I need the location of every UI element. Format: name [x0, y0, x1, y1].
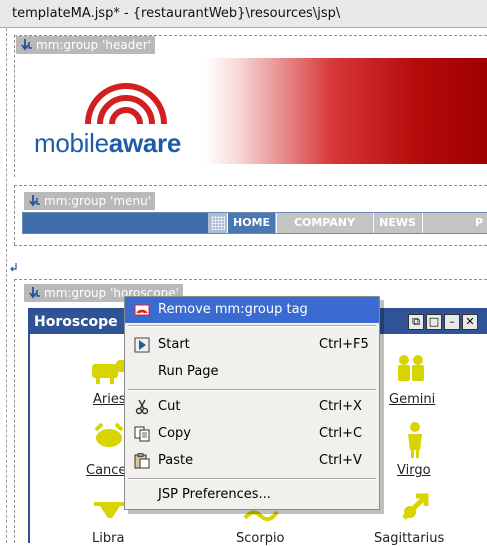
- menu-item-label: Remove mm:group tag: [158, 302, 308, 317]
- sign-link-scorpio[interactable]: Scorpio: [236, 531, 285, 546]
- sign-link-aries[interactable]: Aries: [93, 392, 126, 407]
- cancer-icon: [94, 422, 124, 447]
- left-margin-guide: [6, 28, 7, 543]
- down-arrow-icon: [21, 39, 32, 51]
- menu-item-label: Copy: [158, 426, 191, 441]
- menu-item-shortcut: Ctrl+C: [319, 426, 363, 441]
- logo-text-mobile: mobile: [34, 128, 109, 158]
- sign-link-virgo[interactable]: Virgo: [397, 463, 431, 478]
- menu-item-cut[interactable]: Cut Ctrl+X: [125, 394, 379, 420]
- scissors-icon: [135, 399, 149, 415]
- horoscope-group-border-left: [14, 279, 15, 543]
- menu-item-shortcut: Ctrl+X: [319, 399, 362, 414]
- menu-item-copy[interactable]: Copy Ctrl+C: [125, 421, 379, 447]
- down-arrow-icon: [29, 195, 40, 207]
- header-group-border-left: [14, 35, 15, 177]
- menu-item-shortcut: Ctrl+V: [319, 453, 362, 468]
- virgo-icon: [408, 422, 422, 458]
- paste-icon: [134, 453, 150, 469]
- play-icon: [134, 337, 150, 353]
- mobileaware-logo-icon: [85, 83, 167, 125]
- menu-item-label: Cut: [158, 399, 181, 414]
- menu-group-tag[interactable]: mm:group 'menu': [24, 192, 155, 210]
- menu-separator: [128, 389, 376, 391]
- nav-item-company[interactable]: COMPANY: [276, 213, 372, 233]
- header-group-tag[interactable]: mm:group 'header': [16, 36, 155, 54]
- sagittarius-icon: [402, 493, 429, 520]
- menu-item-label: Run Page: [158, 364, 219, 379]
- menu-separator: [128, 325, 376, 327]
- sign-link-sagittarius[interactable]: Sagittarius: [374, 531, 444, 546]
- menu-group-border-top: [14, 185, 487, 186]
- sign-link-cancer[interactable]: Cance: [86, 463, 126, 478]
- sign-link-gemini[interactable]: Gemini: [389, 392, 435, 407]
- nav-menu-spacer: [23, 213, 208, 233]
- menu-group-border-bottom: [14, 245, 487, 246]
- menu-group-border-left: [14, 185, 15, 245]
- portlet-minimize-button[interactable]: –: [444, 314, 460, 330]
- header-group-label: mm:group 'header': [36, 38, 151, 52]
- menu-item-label: JSP Preferences...: [158, 487, 271, 502]
- remove-tag-icon: [134, 304, 150, 316]
- down-arrow-icon: [29, 287, 40, 299]
- portlet-restore-button[interactable]: ⧉: [408, 314, 424, 330]
- nav-item-more[interactable]: P: [422, 213, 487, 233]
- menu-item-label: Paste: [158, 453, 194, 468]
- logo-text-aware: aware: [108, 128, 182, 158]
- portlet-close-button[interactable]: ✕: [462, 314, 478, 330]
- horoscope-group-border-top: [14, 279, 487, 280]
- menu-item-paste[interactable]: Paste Ctrl+V: [125, 448, 379, 474]
- copy-icon: [134, 426, 150, 442]
- menu-item-label: Start: [158, 337, 190, 352]
- nav-dots-icon: [211, 216, 225, 230]
- nav-item-news[interactable]: NEWS: [373, 213, 421, 233]
- line-break-icon: [10, 263, 17, 272]
- header-banner: [205, 58, 487, 164]
- menu-item-run-page[interactable]: Run Page: [125, 359, 379, 385]
- sign-link-libra[interactable]: Libra: [92, 531, 124, 546]
- window-title: templateMA.jsp* - {restaurantWeb}\resour…: [0, 0, 487, 28]
- menu-item-shortcut: Ctrl+F5: [319, 337, 369, 352]
- menu-item-remove-group-tag[interactable]: Remove mm:group tag: [125, 297, 379, 323]
- gemini-icon: [398, 355, 424, 381]
- menu-item-start[interactable]: Start Ctrl+F5: [125, 332, 379, 358]
- nav-item-home[interactable]: HOME: [227, 213, 275, 233]
- menu-group-label: mm:group 'menu': [44, 194, 151, 208]
- menu-item-jsp-preferences[interactable]: JSP Preferences...: [125, 482, 379, 508]
- menu-separator: [128, 478, 376, 480]
- logo-wordmark: mobileaware: [34, 128, 181, 159]
- portlet-maximize-button[interactable]: □: [426, 314, 442, 330]
